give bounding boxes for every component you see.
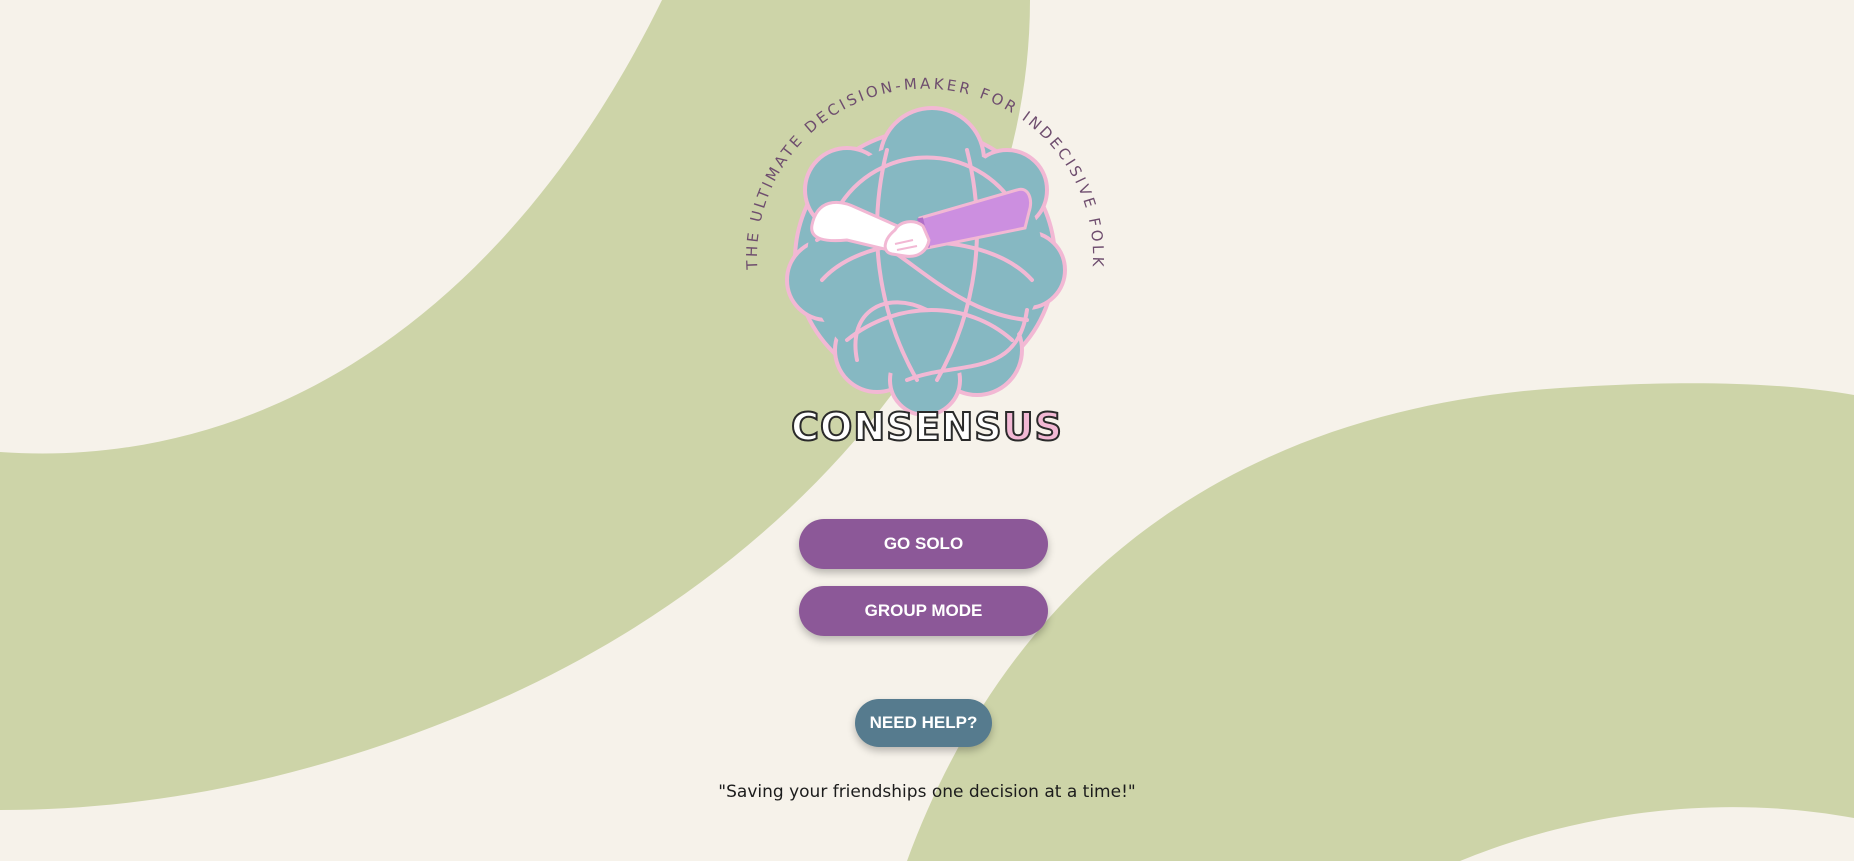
landing-page: THE ULTIMATE DECISION-MAKER FOR INDECISI… — [0, 0, 1854, 861]
knot-icon — [785, 106, 1067, 417]
wordmark-accent: US — [1002, 404, 1063, 450]
go-solo-button[interactable]: GO SOLO — [799, 519, 1048, 569]
need-help-button[interactable]: NEED HELP? — [855, 699, 992, 747]
tagline: "Saving your friendships one decision at… — [718, 782, 1136, 802]
group-mode-button[interactable]: GROUP MODE — [799, 586, 1048, 636]
wordmark-main: CONSENS — [790, 404, 1003, 450]
consensus-wordmark: CONSENSUS — [727, 403, 1127, 451]
logo: THE ULTIMATE DECISION-MAKER FOR INDECISI… — [727, 75, 1127, 460]
